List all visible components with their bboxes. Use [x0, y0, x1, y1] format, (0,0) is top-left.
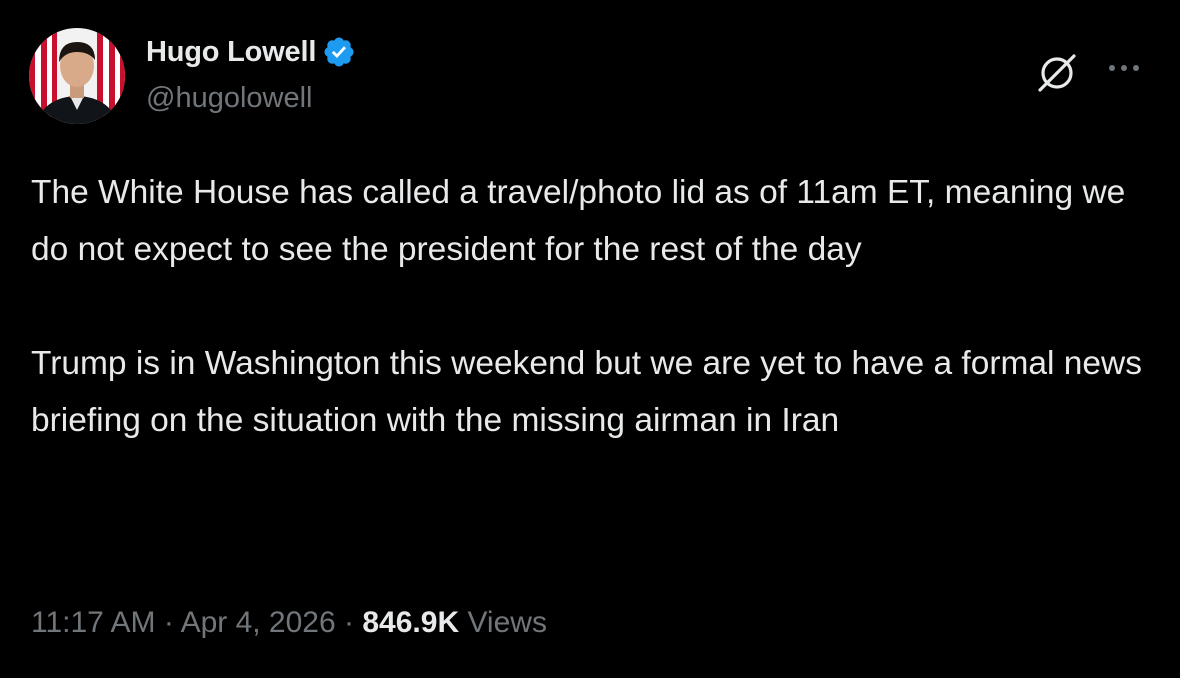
views-count[interactable]: 846.9K	[362, 606, 459, 639]
grok-icon[interactable]	[1036, 50, 1080, 94]
views-label: Views	[467, 606, 547, 639]
more-options-icon[interactable]	[1104, 54, 1148, 82]
tweet-metadata: 11:17 AM · Apr 4, 2026 · 846.9K Views	[31, 606, 547, 640]
tweet-paragraph: The White House has called a travel/phot…	[31, 174, 1126, 268]
tweet-date[interactable]: Apr 4, 2026	[181, 606, 336, 639]
verified-badge-icon	[322, 35, 356, 69]
avatar[interactable]	[29, 28, 125, 124]
tweet-time[interactable]: 11:17 AM	[31, 606, 156, 639]
tweet-text: The White House has called a travel/phot…	[31, 164, 1156, 449]
tweet-card: Hugo Lowell @hugolowell The White House …	[0, 0, 1180, 678]
meta-separator: ·	[344, 606, 355, 639]
author-display-name[interactable]: Hugo Lowell	[146, 36, 316, 69]
author-handle[interactable]: @hugolowell	[146, 82, 312, 115]
avatar-image	[29, 28, 125, 124]
tweet-paragraph: Trump is in Washington this weekend but …	[31, 345, 1142, 439]
author-name-row: Hugo Lowell	[146, 34, 356, 70]
meta-separator: ·	[163, 606, 174, 639]
